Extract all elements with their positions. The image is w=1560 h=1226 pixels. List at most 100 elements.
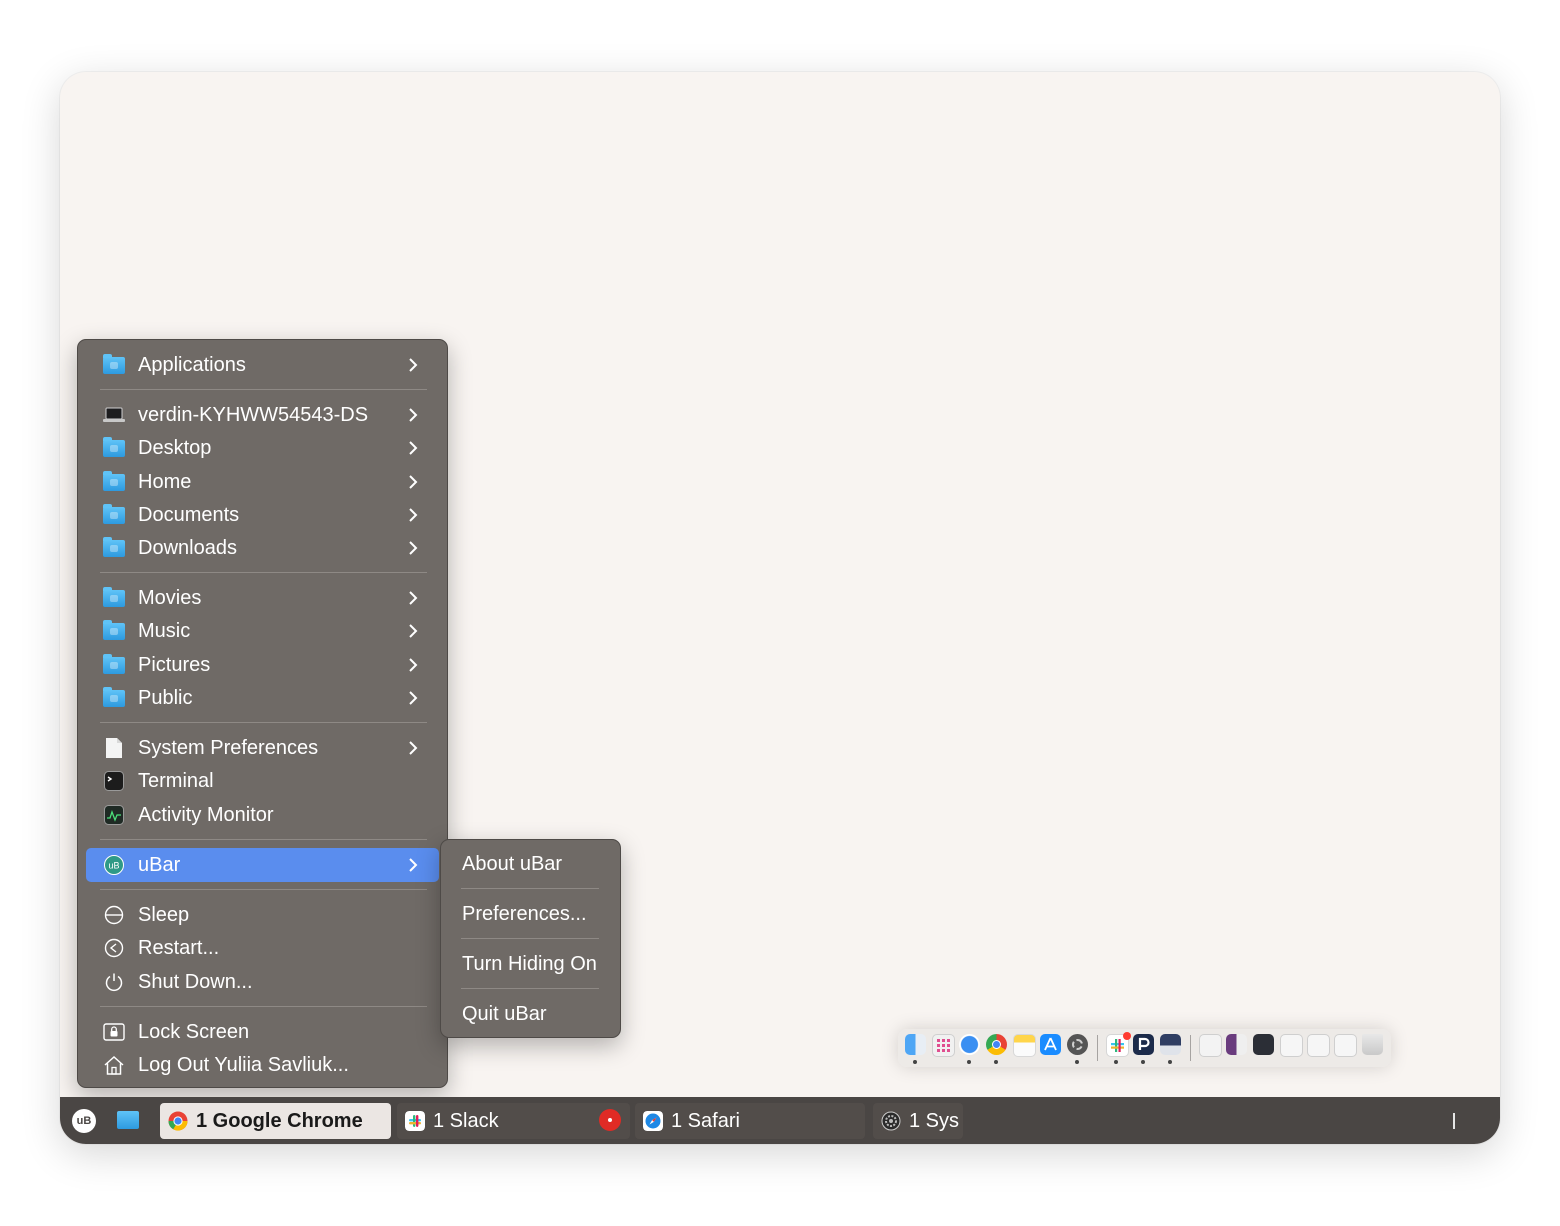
taskbar-item-label: 1 Sys <box>909 1109 960 1132</box>
minimized-window-icon[interactable] <box>1253 1034 1274 1055</box>
menu-item-public[interactable]: Public <box>86 681 439 715</box>
taskbar-item-safari[interactable]: 1 Safari <box>635 1103 865 1139</box>
minimized-window-icon[interactable] <box>1199 1034 1222 1057</box>
menu-item-label: Music <box>138 620 191 642</box>
movies-folder-icon <box>103 586 125 608</box>
menu-item-music[interactable]: Music <box>86 614 439 648</box>
menu-item-log-out[interactable]: Log Out Yuliia Savliuk... <box>86 1048 439 1082</box>
taskbar-item-chrome[interactable]: 1 Google Chrome <box>160 1103 391 1139</box>
taskbar-edge-marker <box>1453 1113 1455 1129</box>
p-app-icon[interactable] <box>1133 1034 1154 1055</box>
chevron-right-icon <box>409 358 418 372</box>
menu-separator <box>100 1006 427 1007</box>
restart-icon <box>103 938 125 958</box>
laptop-icon <box>103 405 125 425</box>
notes-icon[interactable] <box>1013 1034 1036 1057</box>
record-indicator-icon[interactable] <box>599 1109 621 1131</box>
menu-item-restart[interactable]: Restart... <box>86 931 439 965</box>
menu-item-shut-down[interactable]: Shut Down... <box>86 965 439 999</box>
taskbar-item-system-preferences[interactable]: 1 Sys <box>873 1103 963 1139</box>
menu-item-downloads[interactable]: Downloads <box>86 531 439 565</box>
slack-dock-icon[interactable] <box>1106 1032 1131 1057</box>
about-ubar-item[interactable]: About uBar <box>462 853 562 876</box>
ubar-taskbar: uB 1 Google Chrome 1 Slack 1 Safari 1 Sy… <box>60 1097 1500 1144</box>
menu-item-applications[interactable]: Applications <box>86 348 439 382</box>
menu-item-label: Lock Screen <box>138 1021 250 1043</box>
menu-item-documents[interactable]: Documents <box>86 498 439 532</box>
documents-folder-icon <box>103 503 125 525</box>
preferences-item[interactable]: Preferences... <box>462 903 587 926</box>
turn-hiding-on-item[interactable]: Turn Hiding On <box>462 953 597 976</box>
minimized-window-icon[interactable] <box>1280 1034 1303 1057</box>
menu-item-home[interactable]: Home <box>86 465 439 499</box>
menu-item-terminal[interactable]: Terminal <box>86 764 439 798</box>
chevron-right-icon <box>409 475 418 489</box>
menu-item-label: Pictures <box>138 654 211 676</box>
chrome-icon <box>168 1111 188 1131</box>
system-preferences-dock-icon[interactable] <box>1067 1034 1088 1055</box>
screen-app-icon[interactable] <box>1160 1034 1181 1055</box>
minimized-window-icon[interactable] <box>1307 1034 1330 1057</box>
menu-item-label: verdin-KYHWW54543-DS <box>138 404 369 426</box>
taskbar-item-slack[interactable]: 1 Slack <box>397 1103 630 1139</box>
chevron-right-icon <box>409 741 418 755</box>
menu-item-label: Shut Down... <box>138 971 253 993</box>
safari-icon <box>643 1111 663 1131</box>
menu-item-system-preferences[interactable]: System Preferences <box>86 731 439 765</box>
menu-separator <box>100 389 427 390</box>
menu-item-label: Restart... <box>138 937 220 959</box>
menu-item-movies[interactable]: Movies <box>86 581 439 615</box>
chevron-right-icon <box>409 508 418 522</box>
menu-separator <box>100 722 427 723</box>
applications-folder-icon <box>103 353 125 375</box>
chevron-right-icon <box>409 624 418 638</box>
quit-ubar-item[interactable]: Quit uBar <box>462 1003 546 1026</box>
dock <box>898 1029 1391 1067</box>
menu-item-label: Sleep <box>138 904 190 926</box>
menu-item-label: Public <box>138 687 193 709</box>
menu-item-label: uBar <box>138 854 181 876</box>
menu-item-lock-screen[interactable]: Lock Screen <box>86 1015 439 1049</box>
desktop-window: Applications verdin-KYHWW54543-DS Deskto… <box>60 72 1500 1144</box>
chevron-right-icon <box>409 441 418 455</box>
minimized-window-icon[interactable] <box>1334 1034 1357 1057</box>
launchpad-icon[interactable] <box>932 1034 955 1057</box>
ubar-logo-button[interactable]: uB <box>72 1109 96 1133</box>
menu-item-sleep[interactable]: Sleep <box>86 898 439 932</box>
public-folder-icon <box>103 686 125 708</box>
menu-item-activity-monitor[interactable]: Activity Monitor <box>86 798 439 832</box>
menu-item-label: Log Out Yuliia Savliuk... <box>138 1054 349 1076</box>
svg-text:uB: uB <box>108 861 119 871</box>
menu-separator <box>100 839 427 840</box>
menu-item-desktop[interactable]: Desktop <box>86 431 439 465</box>
trash-icon[interactable] <box>1362 1034 1383 1055</box>
menu-item-computer[interactable]: verdin-KYHWW54543-DS <box>86 398 439 432</box>
lock-icon <box>103 1022 125 1042</box>
menu-item-ubar[interactable]: uB uBar <box>86 848 439 882</box>
terminal-icon <box>103 771 125 791</box>
menu-item-label: Home <box>138 471 192 493</box>
submenu-separator <box>461 988 599 989</box>
chevron-right-icon <box>409 858 418 872</box>
finder-folder-icon[interactable] <box>117 1111 139 1129</box>
chrome-dock-icon[interactable] <box>986 1034 1007 1055</box>
finder-icon[interactable] <box>905 1034 926 1055</box>
chevron-right-icon <box>409 658 418 672</box>
app-store-icon[interactable] <box>1040 1034 1061 1055</box>
system-preferences-icon <box>881 1111 901 1131</box>
ubar-icon: uB <box>103 855 125 875</box>
sleep-icon <box>103 905 125 925</box>
safari-dock-icon[interactable] <box>959 1034 980 1055</box>
pictures-folder-icon <box>103 653 125 675</box>
menu-item-label: Desktop <box>138 437 212 459</box>
ubar-start-menu: Applications verdin-KYHWW54543-DS Deskto… <box>77 339 448 1088</box>
menu-item-pictures[interactable]: Pictures <box>86 648 439 682</box>
menu-item-label: Movies <box>138 587 202 609</box>
menu-separator <box>100 889 427 890</box>
taskbar-item-label: 1 Google Chrome <box>196 1109 363 1132</box>
house-icon <box>103 1055 125 1075</box>
minimized-window-icon[interactable] <box>1226 1034 1247 1055</box>
submenu-separator <box>461 938 599 939</box>
menu-separator <box>100 572 427 573</box>
file-icon <box>103 738 125 758</box>
